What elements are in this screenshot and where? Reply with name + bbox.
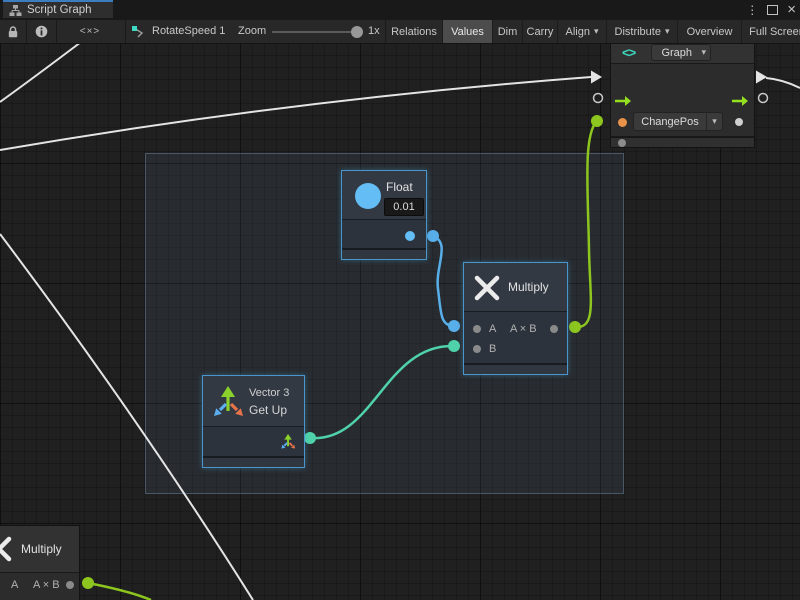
node-multiply[interactable]: Multiply A A × B B	[463, 262, 568, 375]
flow-in-arrow-icon[interactable]	[614, 95, 632, 107]
maximize-icon[interactable]	[767, 5, 778, 15]
port-orange[interactable]	[618, 118, 627, 127]
multiply-x-icon	[0, 535, 13, 563]
node-vector3-body	[203, 427, 304, 457]
node-title: Multiply	[21, 542, 62, 556]
vector3-axes-icon	[211, 383, 247, 419]
code-view-button[interactable]: <×>	[56, 20, 124, 43]
port-label-output: A × B	[510, 323, 537, 335]
vector3-output-port-icon[interactable]	[280, 433, 297, 450]
graph-node-icon	[131, 25, 145, 39]
node-multiply-footer	[464, 363, 567, 374]
graph-dropdown-label: Graph	[652, 47, 701, 59]
toolbar-button-align[interactable]: Align ▾	[558, 20, 607, 43]
tab-title: Script Graph	[27, 4, 92, 16]
zoom-slider-track[interactable]	[272, 31, 360, 33]
port-out-white[interactable]	[735, 118, 743, 126]
node-graph-unit[interactable]: <> Graph ▾ ChangePos ▾	[610, 41, 755, 148]
zoom-slider-knob[interactable]	[351, 26, 363, 38]
toolbar-button-relations[interactable]: Relations	[386, 20, 443, 43]
lock-icon	[7, 25, 19, 39]
toolbar-button-fullscreen[interactable]: Full Screen	[742, 20, 800, 43]
zoom-value: 1x	[368, 25, 380, 37]
node-title: Float	[386, 180, 413, 194]
toolbar-button-distribute[interactable]: Distribute ▾	[607, 20, 678, 43]
port-label-a: A	[11, 579, 18, 591]
graph-toolbar: <×> RotateSpeed 1 Zoom 1x Relations Valu…	[0, 20, 800, 44]
node-multiply2-header: Multiply	[0, 526, 79, 573]
toolbar-buttons: Relations Values Dim Carry Align ▾ Distr…	[386, 20, 800, 43]
node-multiply-partial[interactable]: Multiply A A × B	[0, 525, 80, 600]
info-icon	[35, 25, 48, 38]
node-float-footer	[342, 248, 426, 259]
node-title: Multiply	[508, 280, 549, 294]
toolbar-button-values[interactable]: Values	[443, 20, 493, 43]
port-input-a[interactable]	[473, 325, 481, 333]
hierarchy-icon	[9, 4, 22, 17]
chevron-down-icon: ▾	[594, 26, 599, 37]
float-circle-icon	[355, 183, 381, 209]
window-menu-icon[interactable]: ⋮	[746, 3, 758, 17]
tab-script-graph[interactable]: Script Graph	[3, 0, 113, 18]
code-view-icon: <×>	[80, 26, 101, 37]
chevron-down-icon: ▾	[712, 116, 717, 127]
lock-button[interactable]	[2, 20, 24, 43]
float-value-input[interactable]	[384, 198, 424, 216]
port-output[interactable]	[66, 581, 74, 589]
port-label-a: A	[489, 323, 496, 335]
script-graph-window: <> Graph ▾ ChangePos ▾ Fl	[0, 0, 800, 600]
node-graph-body: ChangePos ▾	[611, 64, 754, 136]
toolbar-button-overview[interactable]: Overview	[678, 20, 742, 43]
node-float[interactable]: Float	[341, 170, 427, 260]
chevron-down-icon: ▾	[665, 26, 670, 37]
changepos-dropdown-label: ChangePos	[634, 116, 706, 128]
port-float-output[interactable]	[405, 231, 415, 241]
node-vector3-getup[interactable]: Vector 3 Get Up	[202, 375, 305, 468]
node-multiply-body: A A × B B	[464, 312, 567, 367]
node-multiply2-body: A A × B	[0, 573, 79, 600]
tab-bar: Script Graph ⋮ ×	[0, 0, 800, 20]
node-vector3-header: Vector 3 Get Up	[203, 376, 304, 427]
node-multiply-header: Multiply	[464, 263, 567, 312]
node-float-body	[342, 220, 426, 251]
port-label-output: A × B	[33, 579, 60, 591]
port-label-b: B	[489, 343, 496, 355]
flow-out-arrow-icon[interactable]	[731, 95, 749, 107]
port-input-b[interactable]	[473, 345, 481, 353]
node-float-header: Float	[342, 171, 426, 220]
node-subtitle: Get Up	[249, 403, 287, 417]
node-title: Vector 3	[249, 387, 289, 399]
code-brackets-icon: <>	[622, 45, 635, 60]
zoom-label: Zoom	[238, 25, 266, 37]
changepos-dropdown[interactable]: ChangePos ▾	[633, 112, 723, 131]
toolbar-button-dim[interactable]: Dim	[493, 20, 523, 43]
toolbar-button-carry[interactable]: Carry	[523, 20, 558, 43]
graph-dropdown[interactable]: Graph ▾	[651, 44, 711, 61]
chevron-down-icon: ▾	[701, 47, 710, 58]
multiply-x-icon	[473, 274, 501, 302]
close-icon[interactable]: ×	[787, 5, 796, 15]
info-button[interactable]	[28, 20, 54, 43]
node-graph-footer	[611, 136, 754, 147]
port-output[interactable]	[550, 325, 558, 333]
node-vector3-footer	[203, 456, 304, 467]
breadcrumb[interactable]: RotateSpeed 1	[152, 25, 225, 37]
node-graph-header: <> Graph ▾	[611, 42, 754, 64]
graph-breadcrumb-icon-cell	[130, 20, 146, 43]
